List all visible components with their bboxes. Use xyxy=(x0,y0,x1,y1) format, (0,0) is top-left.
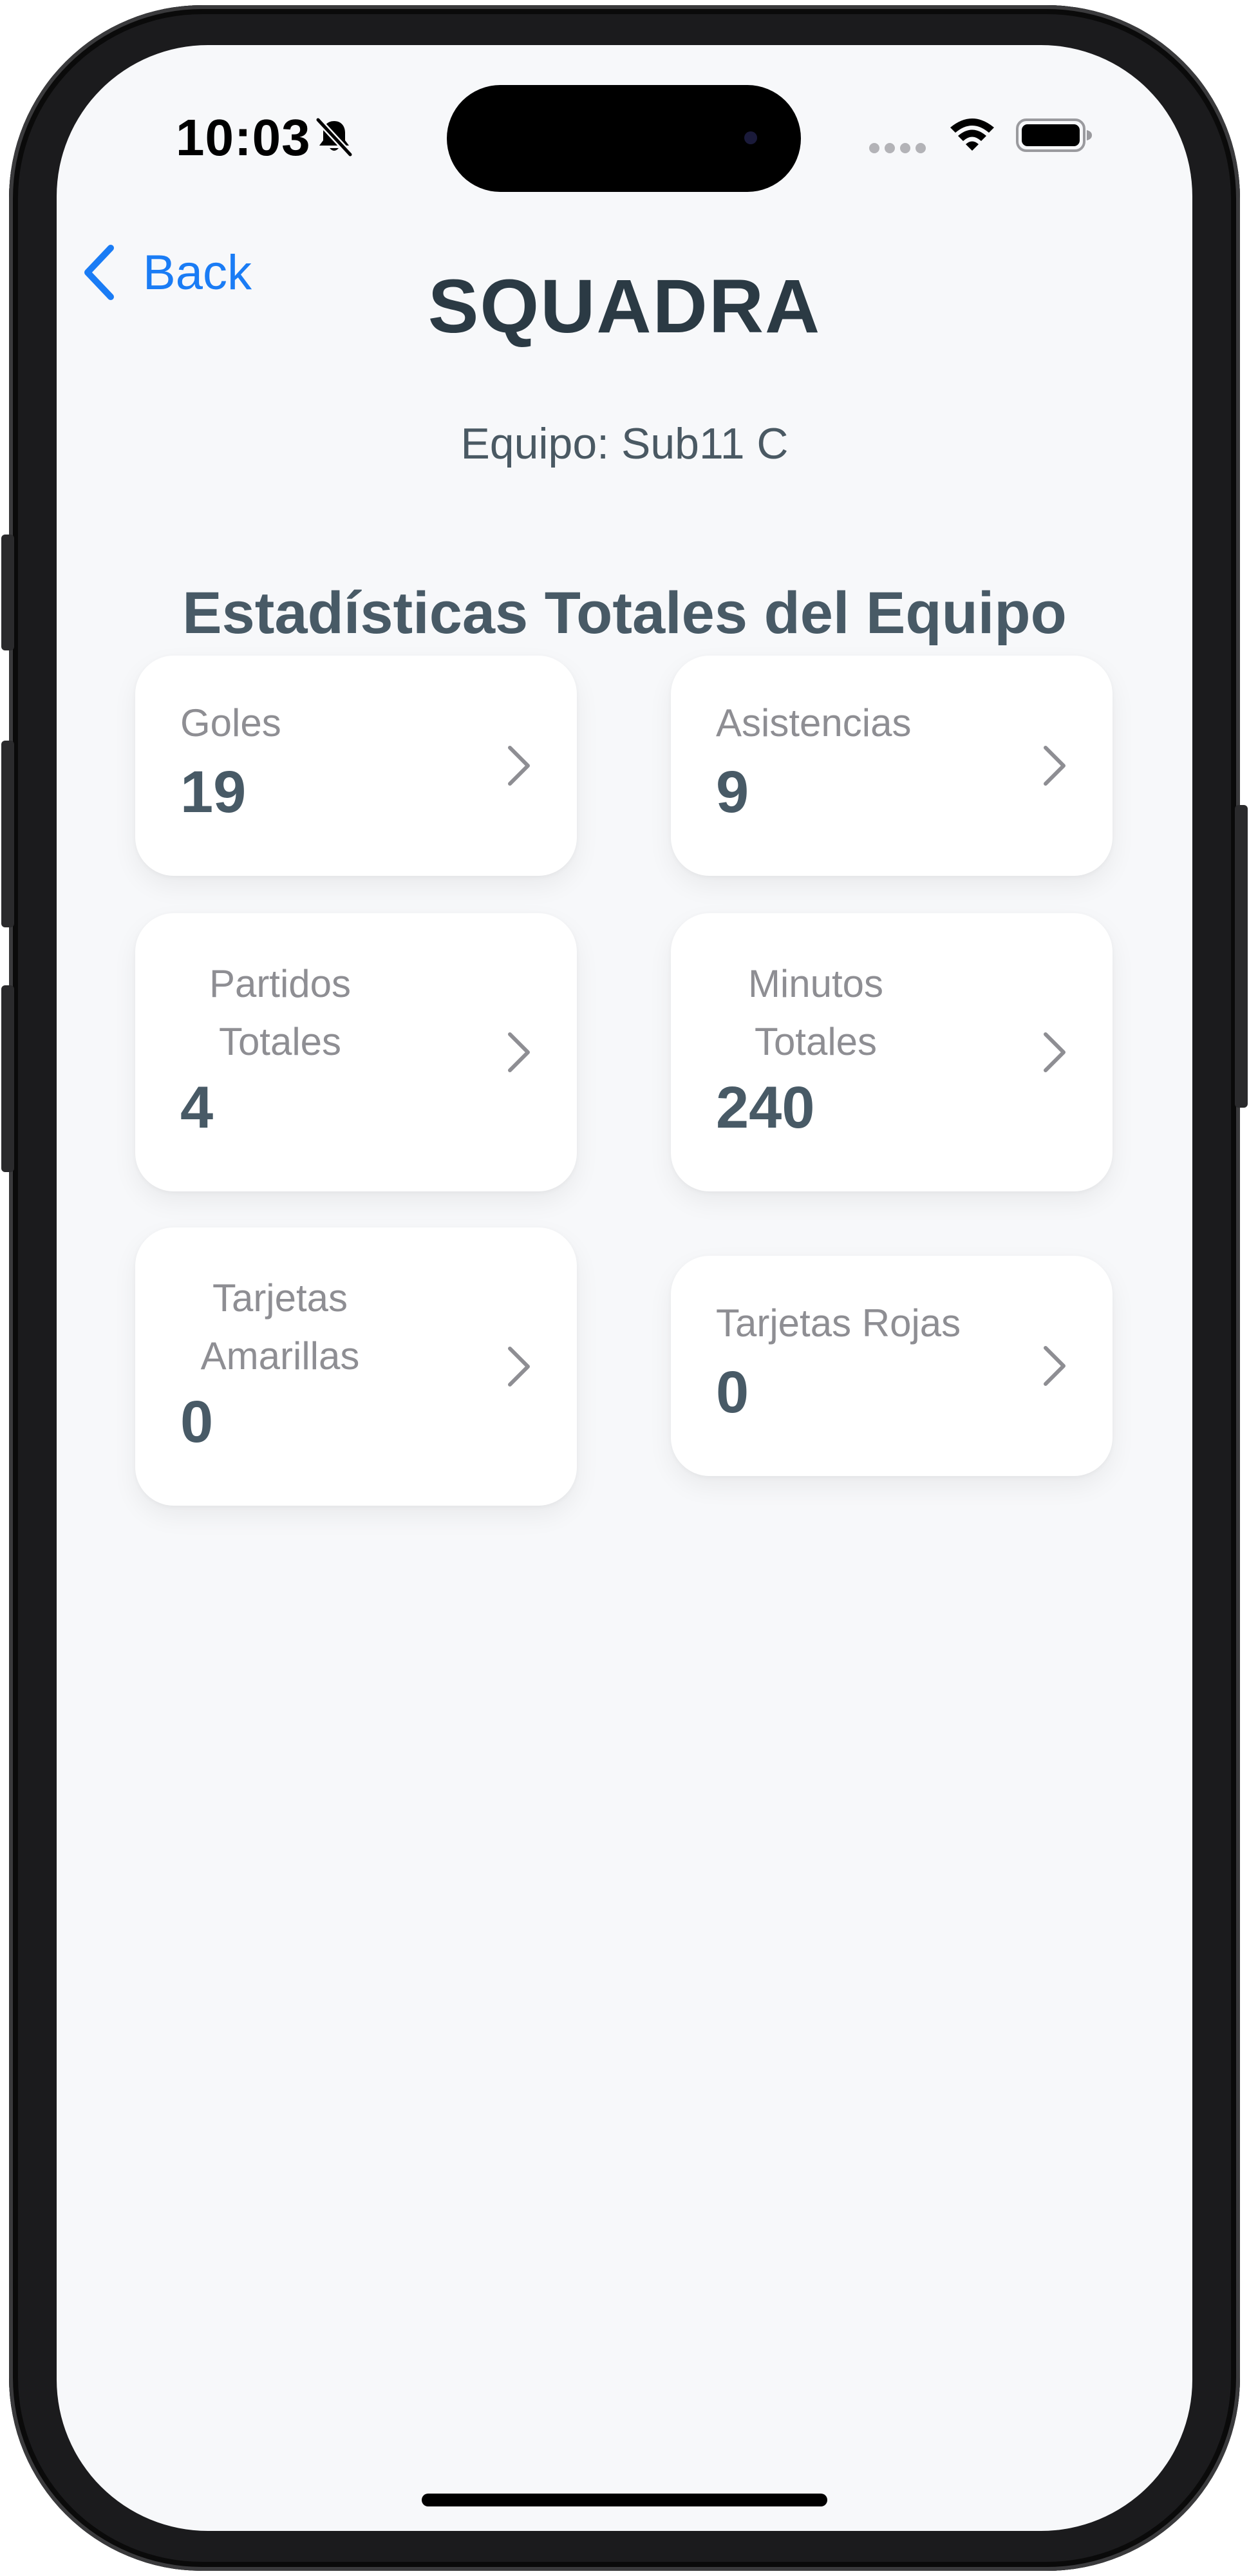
action-button xyxy=(1,535,14,650)
battery-icon xyxy=(1016,118,1092,152)
dynamic-island xyxy=(447,85,801,192)
stat-card-label: Goles xyxy=(180,701,281,744)
stat-card-label: Tarjetas Rojas xyxy=(716,1302,961,1345)
bell-slash-icon xyxy=(315,117,353,157)
camera-icon xyxy=(744,131,757,144)
power-button xyxy=(1235,805,1248,1108)
chevron-right-icon xyxy=(508,746,530,786)
chevron-right-icon xyxy=(1044,1032,1066,1072)
page-title: SQUADRA xyxy=(427,264,822,349)
stat-card-label: Asistencias xyxy=(716,701,912,744)
stat-card-value: 240 xyxy=(716,1075,815,1141)
status-time: 10:03 xyxy=(176,109,311,166)
stat-card-minutes[interactable]: Minutos Totales 240 xyxy=(671,913,1113,1191)
home-indicator[interactable] xyxy=(422,2494,827,2506)
stat-card-goals[interactable]: Goles 19 xyxy=(135,656,577,876)
app-screen: 10:03 Back SQUADRA Equipo: Sub11 C Estad… xyxy=(57,45,1192,2531)
volume-up-button xyxy=(1,741,14,927)
stat-card-red-cards[interactable]: Tarjetas Rojas 0 xyxy=(671,1256,1113,1476)
stat-card-label: Partidos Totales xyxy=(209,962,352,1063)
stat-card-matches[interactable]: Partidos Totales 4 xyxy=(135,913,577,1191)
chevron-right-icon xyxy=(1044,1346,1066,1386)
chevron-right-icon xyxy=(1044,746,1066,786)
chevron-right-icon xyxy=(508,1347,530,1387)
team-name: Equipo: Sub11 C xyxy=(460,419,789,468)
stat-card-label: Minutos Totales xyxy=(747,962,884,1063)
stat-card-value: 0 xyxy=(180,1389,214,1455)
section-title: Estadísticas Totales del Equipo xyxy=(182,580,1067,646)
cellular-icon xyxy=(869,143,927,156)
stat-card-value: 19 xyxy=(180,759,247,825)
chevron-right-icon xyxy=(508,1032,530,1072)
stat-card-value: 4 xyxy=(180,1075,214,1141)
wifi-icon xyxy=(950,118,994,151)
stat-card-assists[interactable]: Asistencias 9 xyxy=(671,656,1113,876)
stat-card-value: 0 xyxy=(716,1359,749,1425)
stat-card-value: 9 xyxy=(716,759,749,825)
volume-down-button xyxy=(1,985,14,1172)
stat-card-yellow-cards[interactable]: Tarjetas Amarillas 0 xyxy=(135,1227,577,1506)
stat-card-label: Tarjetas Amarillas xyxy=(200,1276,360,1378)
